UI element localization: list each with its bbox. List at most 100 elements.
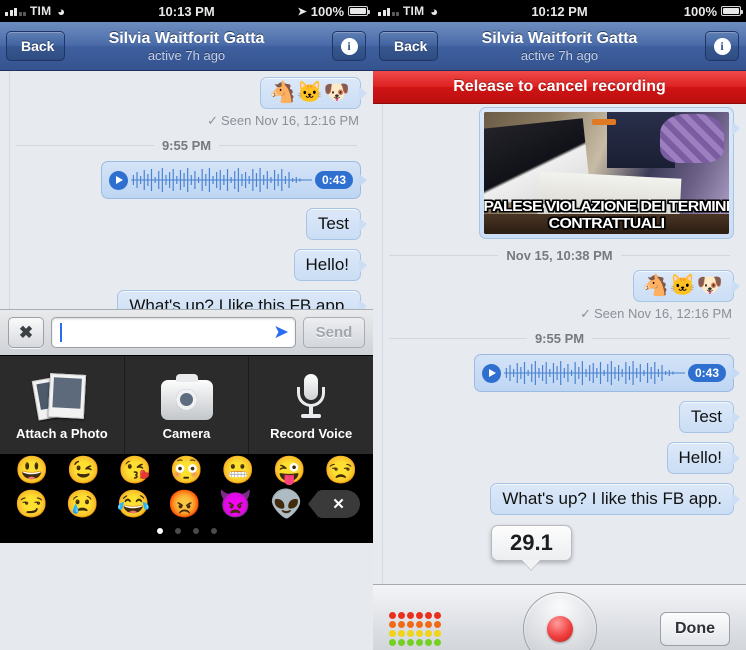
message-row: PALESE VIOLAZIONE DEI TERMINI CONTRATTUA… — [373, 107, 746, 239]
separator-line — [219, 145, 358, 147]
camera-icon — [160, 370, 213, 420]
check-icon: ✓ — [207, 113, 218, 129]
separator-line — [389, 338, 527, 340]
timestamp-separator: 9:55 PM — [0, 129, 373, 156]
timestamp-separator: 9:55 PM — [373, 322, 746, 349]
page-dot-active[interactable] — [156, 528, 163, 534]
right-screen: TIM ◕ 10:12 PM 100% Back Silvia Waitfori… — [373, 0, 746, 650]
compose-bar-left: ✖ ➤ Send — [0, 309, 373, 355]
waveform — [504, 359, 685, 387]
message-bubble-emoji[interactable]: 🐴🐱🐶 — [632, 270, 741, 303]
message-bubble[interactable]: What's up? I like this FB app. — [490, 483, 740, 516]
delete-backspace-icon[interactable]: ✕ — [307, 490, 360, 518]
left-screen: TIM ◕ 10:13 PM ➤ 100% Back Silvia Waitfo… — [0, 0, 373, 650]
emoji-key[interactable]: 😒 — [321, 457, 361, 484]
nav-bar-right: Back Silvia Waitforit Gatta active 7h ag… — [373, 22, 746, 71]
back-button[interactable]: Back — [379, 31, 439, 61]
close-icon[interactable]: ✖ — [8, 317, 44, 348]
camera-label: Camera — [162, 425, 211, 441]
attach-photo-button[interactable]: Attach a Photo — [0, 356, 125, 454]
emoji-key[interactable]: 😢 — [63, 490, 103, 518]
recording-timer-tooltip: 29.1 — [491, 525, 572, 561]
message-bubble[interactable]: What's up? I like this FB app. — [117, 290, 367, 309]
done-button[interactable]: Done — [660, 611, 730, 646]
record-voice-label: Record Voice — [270, 425, 353, 441]
voice-duration-label: 0:43 — [314, 171, 353, 190]
cancel-recording-banner[interactable]: Release to cancel recording — [373, 71, 746, 104]
message-bubble[interactable]: Test — [678, 401, 741, 434]
play-icon[interactable] — [109, 170, 128, 190]
message-row: 0:43 — [373, 354, 746, 393]
message-bubble[interactable]: Hello! — [666, 442, 741, 475]
emoji-key[interactable]: 👿 — [216, 490, 256, 518]
message-input[interactable]: ➤ — [51, 317, 296, 348]
emoji-key[interactable]: 😳 — [166, 457, 206, 484]
back-button[interactable]: Back — [6, 31, 66, 61]
page-dot[interactable] — [174, 528, 181, 534]
message-row: Hello! — [0, 249, 373, 282]
seen-label: Seen Nov 16, 12:16 PM — [220, 113, 359, 129]
meme-caption-line1: PALESE VIOLAZIONE DEI TERMINI — [484, 198, 729, 215]
seen-label: Seen Nov 16, 12:16 PM — [593, 306, 732, 322]
message-thread-left[interactable]: 🐴🐱🐶 ✓ Seen Nov 16, 12:16 PM 9:55 PM 0:43… — [0, 71, 373, 309]
emoji-key[interactable]: 😂 — [114, 490, 154, 518]
message-bubble-emoji[interactable]: 🐴🐱🐶 — [259, 77, 368, 110]
emoji-key[interactable]: 😏 — [12, 490, 52, 518]
status-time: 10:12 PM — [531, 3, 588, 19]
send-arrow-icon[interactable]: ➤ — [273, 323, 289, 342]
message-row: 🐴🐱🐶 — [373, 270, 746, 303]
voice-message-bubble[interactable]: 0:43 — [474, 354, 740, 393]
page-dot[interactable] — [192, 528, 199, 534]
timestamp-label: 9:55 PM — [534, 331, 585, 347]
message-row: 🐴🐱🐶 — [0, 77, 373, 110]
status-time: 10:13 PM — [158, 3, 215, 19]
record-voice-button[interactable]: Record Voice — [249, 356, 373, 454]
separator-line — [620, 255, 730, 256]
voice-duration-label: 0:43 — [687, 364, 726, 383]
check-icon: ✓ — [580, 306, 591, 322]
info-button[interactable]: i — [705, 31, 739, 61]
separator-line — [16, 145, 154, 147]
message-bubble[interactable]: Test — [305, 208, 368, 241]
voice-message-bubble[interactable]: 0:43 — [101, 161, 367, 200]
attachment-tray: Attach a Photo Camera Record Voice — [0, 355, 373, 454]
message-row: Test — [373, 401, 746, 434]
attach-photo-label: Attach a Photo — [15, 425, 108, 441]
send-button[interactable]: Send — [303, 317, 365, 348]
emoji-key[interactable]: 😃 — [12, 457, 52, 484]
message-bubble[interactable]: Hello! — [293, 249, 368, 282]
separator-line — [389, 255, 499, 256]
info-icon: i — [713, 37, 731, 55]
camera-button[interactable]: Camera — [125, 356, 250, 454]
battery-icon — [721, 6, 744, 16]
nav-bar-left: Back Silvia Waitforit Gatta active 7h ag… — [0, 22, 373, 71]
record-dot — [546, 615, 573, 642]
emoji-key[interactable]: 😬 — [218, 457, 258, 484]
play-icon[interactable] — [482, 363, 501, 383]
waveform — [131, 166, 312, 194]
emoji-keyboard[interactable]: 😃 😉 😘 😳 😬 😜 😒 😏 😢 😂 😡 👿 👽 ✕ — [0, 454, 373, 543]
microphone-icon — [291, 370, 331, 420]
info-icon: i — [340, 37, 358, 55]
status-bar-right: TIM ◕ 10:12 PM 100% — [373, 0, 746, 22]
meme-caption: PALESE VIOLAZIONE DEI TERMINI CONTRATTUA… — [484, 198, 729, 232]
emoji-key[interactable]: 😉 — [63, 457, 103, 484]
timestamp-separator: Nov 15, 10:38 PM — [373, 239, 746, 266]
emoji-key[interactable]: 👽 — [267, 490, 307, 518]
dual-screenshot: TIM ◕ 10:13 PM ➤ 100% Back Silvia Waitfo… — [0, 0, 746, 650]
emoji-key[interactable]: 😜 — [270, 457, 310, 484]
status-bar-left: TIM ◕ 10:13 PM ➤ 100% — [0, 0, 373, 22]
back-button-label: Back — [21, 38, 55, 54]
message-row: What's up? I like this FB app. — [373, 483, 746, 516]
record-button-icon[interactable] — [522, 591, 597, 650]
page-dot[interactable] — [210, 528, 217, 534]
info-button[interactable]: i — [332, 31, 366, 61]
emoji-key[interactable]: 😡 — [165, 490, 205, 518]
emoji-key[interactable]: 😘 — [115, 457, 155, 484]
photo-message-bubble[interactable]: PALESE VIOLAZIONE DEI TERMINI CONTRATTUA… — [479, 107, 740, 239]
emoji-page-dots[interactable] — [0, 521, 373, 543]
message-thread-right[interactable]: PALESE VIOLAZIONE DEI TERMINI CONTRATTUA… — [373, 104, 746, 584]
battery-icon — [348, 6, 371, 16]
separator-line — [592, 338, 731, 340]
message-row: Hello! — [373, 442, 746, 475]
